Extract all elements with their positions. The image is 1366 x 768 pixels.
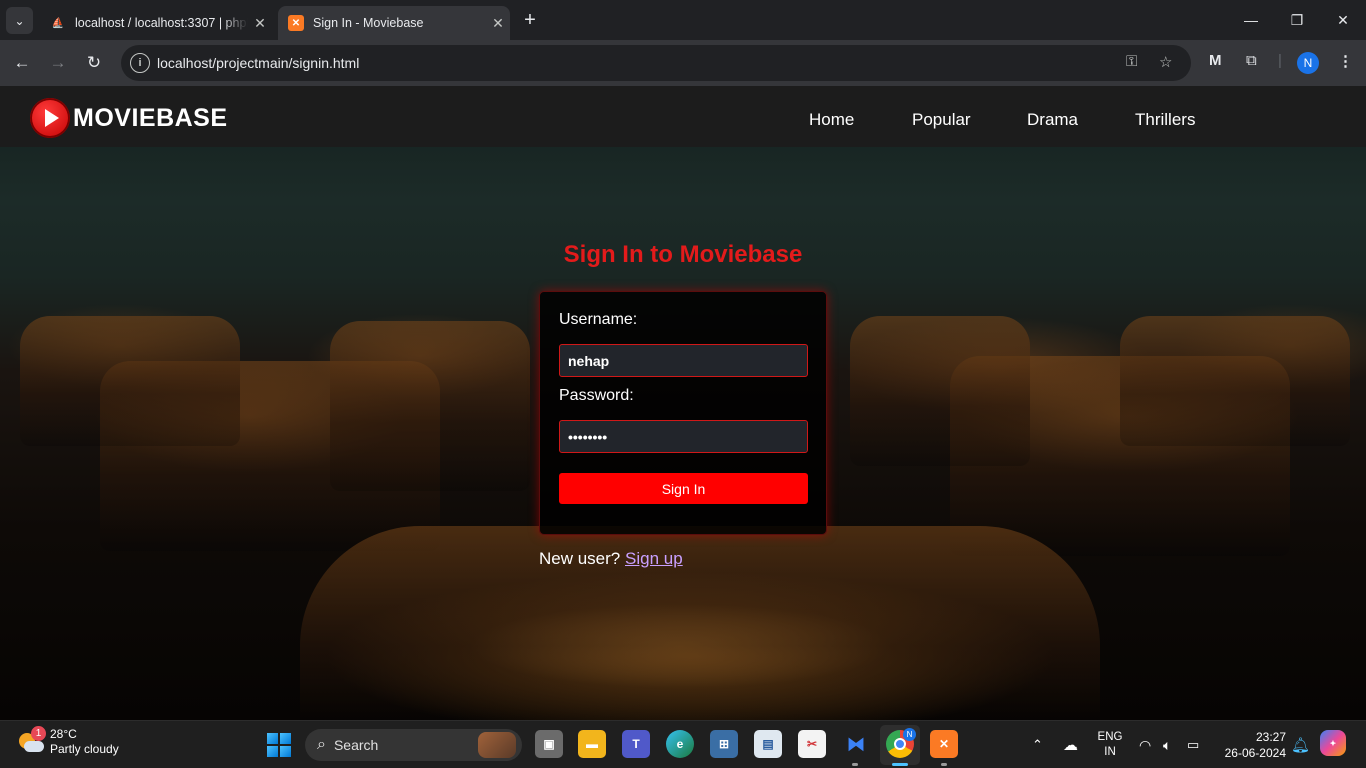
tab-phpmyadmin[interactable]: ⛵ localhost / localhost:3307 | phpMyAdmi… [40, 6, 272, 40]
logo-text: MOVIEBASE [73, 103, 228, 132]
theater-seat-shape [850, 316, 1030, 466]
tab-title: localhost / localhost:3307 | phpMyAdmin [75, 16, 248, 30]
language-indicator[interactable]: ENG IN [1097, 721, 1123, 768]
site-info-icon[interactable]: i [130, 53, 150, 73]
running-indicator [852, 763, 858, 766]
tab-signin-moviebase[interactable]: ✕ Sign In - Moviebase ✕ [278, 6, 510, 40]
signin-form: Username: Password: Sign In [539, 291, 827, 535]
nav-popular[interactable]: Popular [912, 110, 971, 130]
taskbar-search-box[interactable]: ⌕ Search [305, 729, 522, 761]
signin-button[interactable]: Sign In [559, 473, 808, 504]
password-label: Password: [559, 387, 634, 404]
browser-toolbar: ← → ↻ i localhost/projectmain/signin.htm… [0, 40, 1366, 86]
onedrive-cloud-icon[interactable]: ☁ [1063, 721, 1078, 768]
malwarebytes-extension-icon[interactable]: M [1209, 52, 1222, 69]
signin-title: Sign In to Moviebase [563, 241, 803, 268]
page-viewport: MOVIEBASE Home Popular Drama Thrillers S… [0, 86, 1366, 720]
tab-close-icon[interactable]: ✕ [486, 15, 510, 32]
battery-icon[interactable]: ▭ [1187, 721, 1199, 768]
tray-overflow-chevron-icon[interactable]: ⌃ [1032, 721, 1043, 768]
forward-arrow-icon[interactable]: → [45, 50, 71, 76]
bookmark-star-icon[interactable]: ☆ [1159, 53, 1172, 71]
chrome-profile-badge: N [903, 728, 916, 741]
reload-icon[interactable]: ↻ [81, 50, 107, 76]
clock-time: 23:27 [1255, 730, 1286, 744]
notification-bell-icon[interactable]: 🔔︎ [1291, 721, 1310, 768]
browser-tabstrip: ⌄ ⛵ localhost / localhost:3307 | phpMyAd… [0, 0, 1366, 40]
volume-icon[interactable]: 🔈︎ [1163, 721, 1171, 768]
tab-title: Sign In - Moviebase [313, 16, 424, 30]
weather-badge: 1 [31, 726, 46, 741]
file-explorer-icon[interactable]: ▬ [578, 730, 606, 758]
moviebase-logo[interactable]: MOVIEBASE [30, 98, 228, 138]
weather-widget[interactable]: 1 28°C Partly cloudy [16, 726, 119, 757]
photos-app-icon[interactable]: ▤ [754, 730, 782, 758]
theater-seat-shape [300, 526, 1100, 720]
password-input[interactable] [559, 420, 808, 453]
nav-thrillers[interactable]: Thrillers [1135, 110, 1195, 130]
username-label: Username: [559, 311, 638, 328]
restore-icon[interactable]: ❐ [1274, 0, 1320, 40]
toolbar-divider: | [1278, 52, 1282, 69]
teams-icon[interactable]: T [622, 730, 650, 758]
clock-date: 26-06-2024 [1224, 746, 1286, 760]
lang-line2: IN [1104, 746, 1116, 758]
window-controls: — ❐ ✕ [1228, 0, 1366, 40]
xampp-favicon-icon: ✕ [288, 15, 304, 31]
task-view-icon[interactable]: ▣ [535, 730, 563, 758]
windows-taskbar: 1 28°C Partly cloudy ⌕ Search ▣ ▬ T e ⊞ … [0, 720, 1366, 768]
back-arrow-icon[interactable]: ← [9, 50, 35, 76]
url-text: localhost/projectmain/signin.html [157, 55, 360, 71]
copilot-icon[interactable]: ✦ [1320, 730, 1346, 756]
nav-drama[interactable]: Drama [1027, 110, 1078, 130]
theater-seat-shape [330, 321, 530, 491]
new-user-prompt: New user? Sign up [539, 549, 683, 569]
edge-icon[interactable]: e [666, 730, 694, 758]
lang-line1: ENG [1097, 731, 1123, 743]
search-label: Search [333, 737, 379, 753]
site-header: MOVIEBASE Home Popular Drama Thrillers [0, 86, 1366, 147]
wifi-icon[interactable]: ◠ [1139, 721, 1151, 768]
windows-start-icon[interactable] [267, 733, 291, 757]
phpmyadmin-favicon-icon: ⛵ [51, 17, 65, 29]
running-indicator [941, 763, 947, 766]
play-logo-icon [30, 98, 70, 138]
search-icon: ⌕ [317, 736, 326, 753]
remote-app-icon[interactable]: ⧓ [842, 730, 870, 758]
signup-link[interactable]: Sign up [625, 549, 683, 568]
snipping-tool-icon[interactable]: ✂ [798, 730, 826, 758]
partly-cloudy-icon: 1 [16, 726, 46, 755]
active-indicator [892, 763, 908, 766]
profile-avatar[interactable]: N [1297, 52, 1319, 74]
tab-close-icon[interactable]: ✕ [248, 15, 272, 32]
close-window-icon[interactable]: ✕ [1320, 0, 1366, 40]
extensions-puzzle-icon[interactable]: ⧉ [1246, 52, 1257, 69]
username-input[interactable] [559, 344, 808, 377]
new-user-text: New user? [539, 549, 621, 568]
xampp-icon[interactable]: ✕ [930, 730, 958, 758]
new-tab-plus-icon[interactable]: + [518, 8, 542, 32]
tab-search-chevron-icon[interactable]: ⌄ [6, 7, 33, 34]
address-bar[interactable]: i localhost/projectmain/signin.html ⚿ ☆ [121, 45, 1191, 81]
microsoft-store-icon[interactable]: ⊞ [710, 730, 738, 758]
more-menu-icon[interactable]: ⋮ [1338, 52, 1353, 70]
clock[interactable]: 23:27 26-06-2024 [1216, 729, 1286, 761]
search-highlight-image [478, 732, 516, 758]
minimize-icon[interactable]: — [1228, 0, 1274, 40]
theater-seat-shape [20, 316, 240, 446]
weather-temp: 28°C [50, 727, 77, 741]
weather-desc: Partly cloudy [50, 742, 119, 756]
nav-home[interactable]: Home [809, 110, 854, 130]
password-key-icon[interactable]: ⚿ [1126, 53, 1137, 70]
theater-seat-shape [1120, 316, 1350, 446]
